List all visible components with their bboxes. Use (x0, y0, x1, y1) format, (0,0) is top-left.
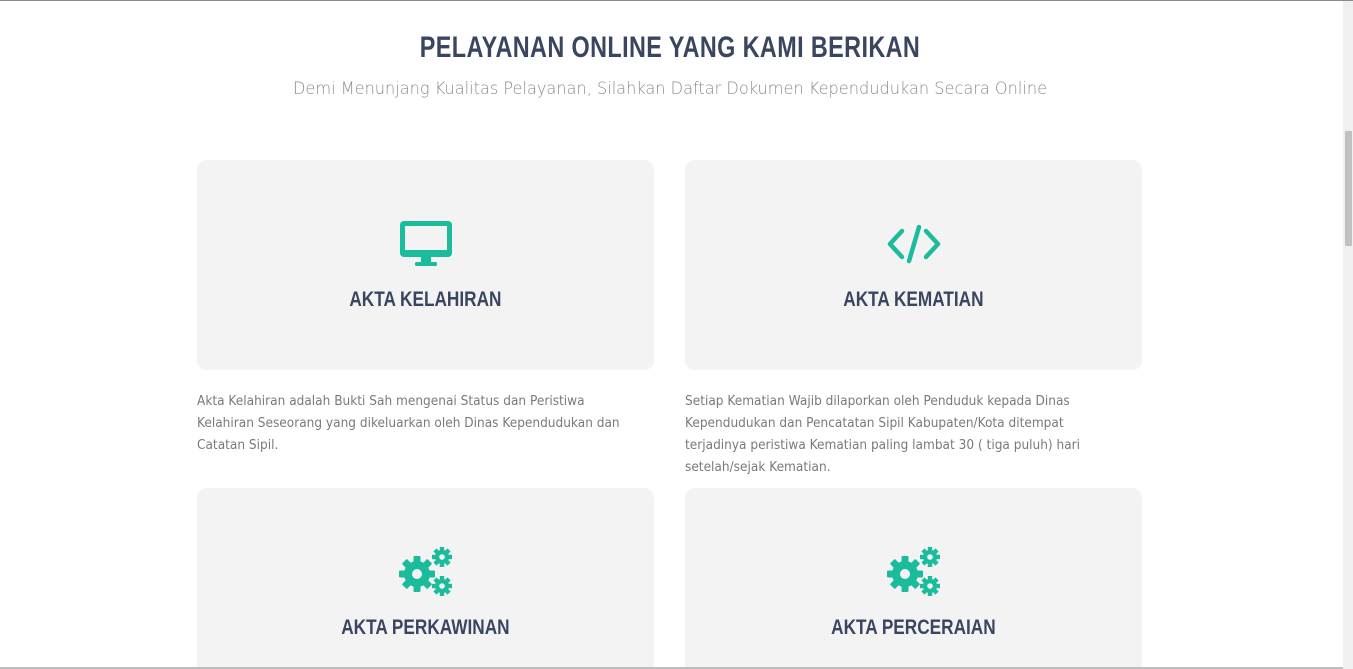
service-title: AKTA KEMATIAN (843, 288, 984, 311)
services-page: PELAYANAN ONLINE YANG KAMI BERIKAN Demi … (0, 0, 1353, 669)
gears-icon (396, 546, 456, 598)
monitor-icon (396, 218, 456, 270)
service-title: AKTA PERKAWINAN (341, 616, 510, 639)
service-description: Setiap Kematian Wajib dilaporkan oleh Pe… (685, 394, 1081, 475)
service-card-akta-perceraian[interactable]: AKTA PERCERAIAN (685, 488, 1142, 669)
vertical-scrollbar[interactable] (1343, 1, 1353, 669)
code-icon (884, 218, 944, 270)
section-title: PELAYANAN ONLINE YANG KAMI BERIKAN (419, 31, 921, 64)
scrollbar-thumb[interactable] (1345, 131, 1352, 246)
service-title: AKTA KELAHIRAN (349, 288, 502, 311)
section-subtitle: Demi Menunjang Kualitas Pelayanan, Silah… (292, 79, 1048, 99)
service-card-akta-kelahiran[interactable]: AKTA KELAHIRAN (197, 160, 654, 370)
gears-icon (884, 546, 944, 598)
service-card-akta-perkawinan[interactable]: AKTA PERKAWINAN (197, 488, 654, 669)
service-title: AKTA PERCERAIAN (831, 616, 996, 639)
service-description: Akta Kelahiran adalah Bukti Sah mengenai… (197, 394, 620, 453)
service-card-akta-kematian[interactable]: AKTA KEMATIAN (685, 160, 1142, 370)
